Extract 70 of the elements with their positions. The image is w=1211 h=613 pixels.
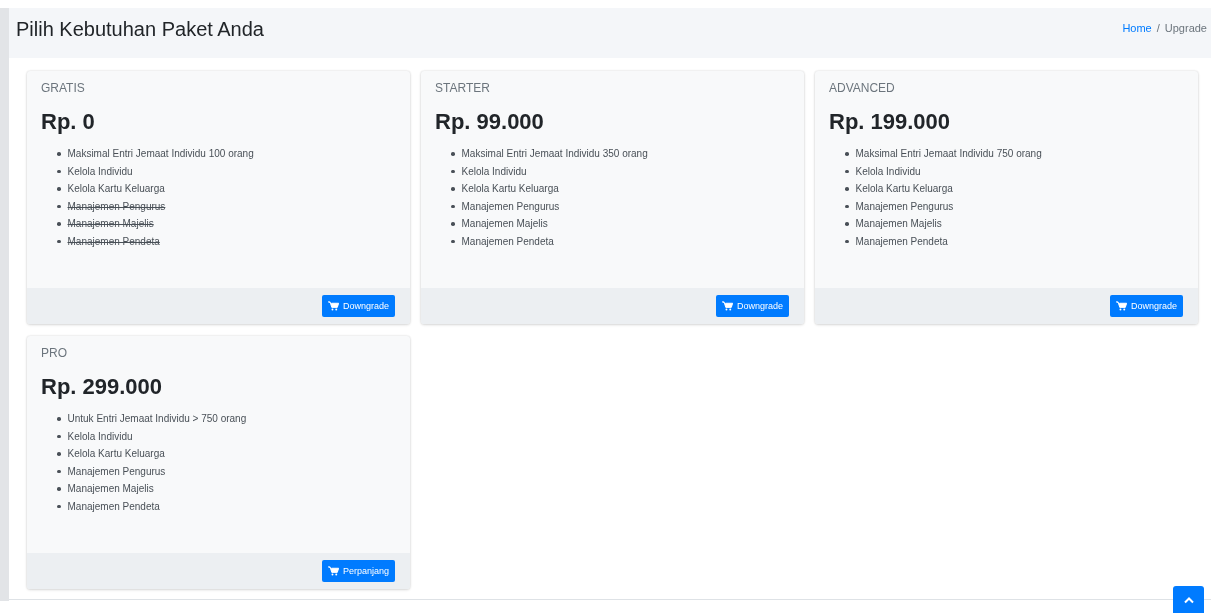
bullet-icon bbox=[451, 204, 455, 208]
bullet-icon bbox=[57, 187, 61, 191]
plan-button[interactable]: Downgrade bbox=[715, 295, 789, 317]
plan-price: Rp. 199.000 bbox=[829, 109, 952, 135]
cart-icon bbox=[327, 566, 339, 576]
plan-button[interactable]: Downgrade bbox=[1109, 295, 1183, 317]
feature-text: Manajemen Pengurus bbox=[855, 199, 954, 214]
feature-text: Kelola Kartu Keluarga bbox=[67, 182, 165, 196]
plan-price: Rp. 99.000 bbox=[435, 109, 545, 135]
feature-text: Maksimal Entri Jemaat Individu 350 orang bbox=[461, 147, 648, 161]
breadcrumb-separator: / bbox=[1156, 22, 1160, 34]
feature-text: Manajemen Pengurus bbox=[461, 199, 560, 214]
feature-text: Kelola Individu bbox=[461, 164, 527, 179]
plan-button[interactable]: Downgrade bbox=[321, 295, 395, 317]
plan-button[interactable]: Perpanjang bbox=[321, 560, 395, 582]
bullet-icon bbox=[451, 152, 455, 156]
cart-icon bbox=[1115, 301, 1127, 311]
bullet-icon bbox=[451, 187, 455, 191]
feature-text: Maksimal Entri Jemaat Individu 750 orang bbox=[855, 147, 1042, 161]
feature-text: Kelola Kartu Keluarga bbox=[855, 182, 953, 196]
bullet-icon bbox=[57, 222, 61, 226]
plan-price: Rp. 299.000 bbox=[41, 374, 164, 400]
feature-text: Kelola Individu bbox=[855, 164, 921, 179]
page-title: Pilih Kebutuhan Paket Anda bbox=[16, 18, 264, 41]
bullet-icon bbox=[451, 239, 455, 243]
feature-text: Manajemen Pengurus bbox=[67, 464, 166, 479]
feature-text: Manajemen Majelis bbox=[855, 217, 942, 231]
bullet-icon bbox=[57, 487, 61, 491]
feature-text: Kelola Kartu Keluarga bbox=[461, 182, 559, 196]
bullet-icon bbox=[845, 239, 849, 243]
bullet-icon bbox=[57, 452, 61, 456]
scroll-top-button[interactable] bbox=[1173, 586, 1204, 613]
bullet-icon bbox=[57, 434, 61, 438]
bullet-icon bbox=[845, 204, 849, 208]
plan-name: GRATIS bbox=[41, 81, 86, 95]
bullet-icon bbox=[57, 504, 61, 508]
bullet-icon bbox=[845, 222, 849, 226]
chevron-up-icon bbox=[1182, 595, 1195, 604]
feature-text: Kelola Individu bbox=[67, 429, 133, 444]
bullet-icon bbox=[57, 469, 61, 473]
feature-text: Manajemen Majelis bbox=[67, 217, 154, 231]
bullet-icon bbox=[845, 169, 849, 173]
feature-text: Manajemen Pendeta bbox=[461, 234, 554, 249]
cart-icon bbox=[327, 301, 339, 311]
bullet-icon bbox=[57, 239, 61, 243]
bullet-icon bbox=[845, 187, 849, 191]
feature-text: Manajemen Majelis bbox=[67, 482, 154, 496]
bullet-icon bbox=[57, 152, 61, 156]
bullet-icon bbox=[451, 222, 455, 226]
breadcrumb-current: Upgrade bbox=[1164, 22, 1207, 34]
feature-text: Kelola Individu bbox=[67, 164, 133, 179]
bullet-icon bbox=[451, 169, 455, 173]
bullet-icon bbox=[845, 152, 849, 156]
feature-text: Untuk Entri Jemaat Individu > 750 orang bbox=[67, 412, 247, 426]
plan-price: Rp. 0 bbox=[41, 109, 96, 135]
cart-icon bbox=[721, 301, 733, 311]
breadcrumb-link[interactable]: Home bbox=[1122, 22, 1152, 34]
feature-text: Maksimal Entri Jemaat Individu 100 orang bbox=[67, 147, 254, 161]
feature-text: Kelola Kartu Keluarga bbox=[67, 447, 165, 461]
plan-name: PRO bbox=[41, 346, 68, 360]
bullet-icon bbox=[57, 417, 61, 421]
feature-text: Manajemen Pendeta bbox=[67, 234, 160, 249]
plan-name: ADVANCED bbox=[829, 81, 896, 95]
feature-text: Manajemen Majelis bbox=[461, 217, 548, 231]
feature-text: Manajemen Pengurus bbox=[67, 199, 166, 214]
plan-name: STARTER bbox=[435, 81, 491, 95]
feature-text: Manajemen Pendeta bbox=[67, 499, 160, 514]
bullet-icon bbox=[57, 169, 61, 173]
bullet-icon bbox=[57, 204, 61, 208]
feature-text: Manajemen Pendeta bbox=[855, 234, 948, 249]
